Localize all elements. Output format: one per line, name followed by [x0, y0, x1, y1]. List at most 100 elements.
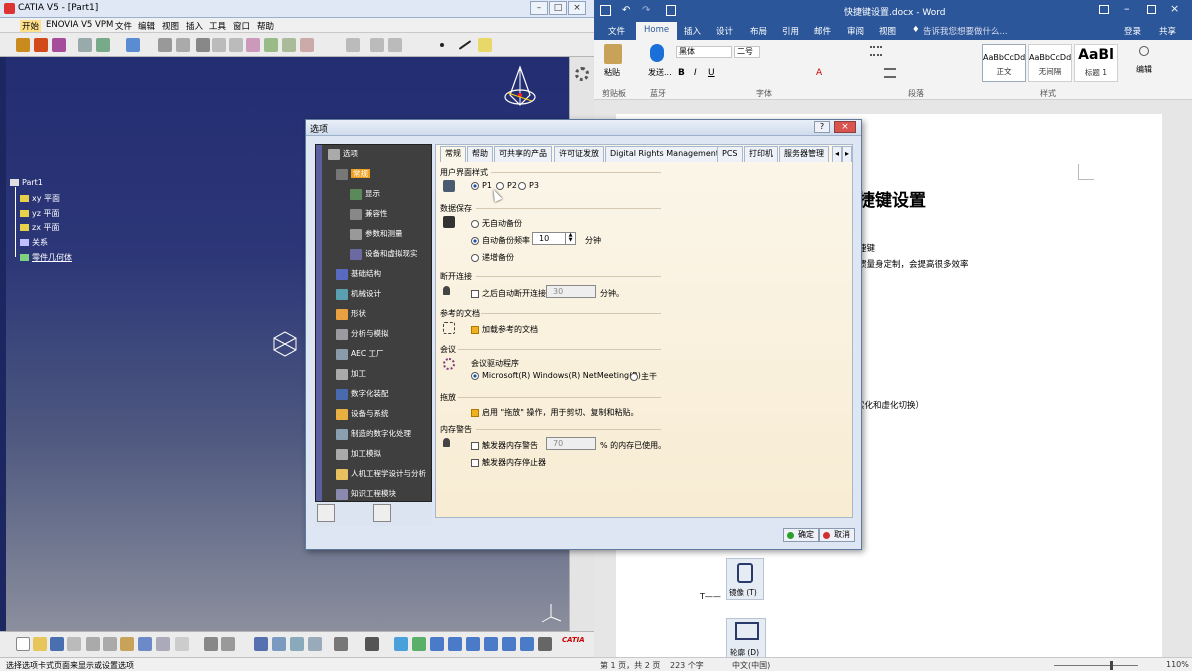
tree-scrollbar[interactable]: [316, 145, 322, 501]
layers-icon[interactable]: [126, 38, 140, 52]
menu-help[interactable]: 帮助: [257, 20, 274, 32]
bluetooth-icon[interactable]: [650, 44, 664, 62]
undo-icon[interactable]: [138, 637, 152, 651]
lock-icon[interactable]: [373, 504, 391, 522]
radio-netmeeting[interactable]: [471, 371, 479, 380]
print-icon[interactable]: [67, 637, 81, 651]
checkbox-enable-drag[interactable]: [471, 408, 479, 417]
tree-shape[interactable]: 形状: [336, 306, 366, 322]
sketch-icon[interactable]: [16, 38, 30, 52]
tree-yz-plane[interactable]: yz 平面: [20, 208, 59, 219]
tab-scroll-left-icon[interactable]: ◂: [832, 146, 842, 162]
memory-threshold-input[interactable]: 70: [546, 437, 596, 450]
save-icon[interactable]: [600, 5, 611, 16]
menu-edit[interactable]: 编辑: [138, 20, 155, 32]
copy-icon[interactable]: [103, 637, 117, 651]
tab-file[interactable]: 文件: [608, 25, 625, 37]
frame2-icon[interactable]: [229, 38, 243, 52]
grid-icon[interactable]: [96, 38, 110, 52]
font-size-select[interactable]: 二号: [734, 46, 760, 58]
ui-style-p3[interactable]: P3: [518, 181, 539, 190]
ui-style-p2[interactable]: P2: [496, 181, 517, 190]
zoom-out-icon[interactable]: [484, 637, 498, 651]
radio-no-backup[interactable]: [471, 219, 479, 228]
sketch3-icon[interactable]: [52, 38, 66, 52]
tree-machining-sim[interactable]: 加工模拟: [336, 446, 381, 462]
tree-devices-vr[interactable]: 设备和虚拟现实: [350, 246, 418, 262]
checkbox-auto-disconnect[interactable]: [471, 289, 479, 298]
open-icon[interactable]: [33, 637, 47, 651]
transform-icon[interactable]: [346, 38, 360, 52]
tree-root[interactable]: Part1: [10, 178, 43, 187]
tab-home[interactable]: Home: [636, 22, 678, 40]
print-preview-icon[interactable]: [666, 5, 676, 16]
incremental-option[interactable]: 递增备份: [471, 252, 514, 263]
menu-window[interactable]: 窗口: [233, 20, 250, 32]
tab-pcs[interactable]: PCS: [717, 146, 743, 162]
auto-backup-option[interactable]: 自动备份频率: [471, 235, 530, 246]
comment-icon[interactable]: [221, 637, 235, 651]
backup-interval-input[interactable]: 10 ▲ ▼: [532, 232, 576, 245]
zoom-level[interactable]: 110%: [1166, 660, 1189, 669]
memory-warning-option[interactable]: 触发器内存警告: [471, 440, 538, 451]
checkbox-load-ref-docs[interactable]: [471, 325, 479, 334]
backbone-option[interactable]: 主干: [630, 371, 657, 382]
memory-stopper-option[interactable]: 触发器内存停止器: [471, 457, 546, 468]
measure-icon[interactable]: [196, 38, 210, 52]
style-heading-1[interactable]: AaBl 标题 1: [1074, 44, 1118, 82]
tab-scroll-right-icon[interactable]: ▸: [842, 146, 852, 162]
close-icon[interactable]: ×: [1170, 2, 1179, 15]
tab-general[interactable]: 常规: [440, 146, 466, 162]
enable-drag-option[interactable]: 启用 "拖放" 操作，用于剪切、复制和粘贴。: [471, 407, 638, 418]
maximize-icon[interactable]: [1147, 5, 1156, 14]
tree-aec-plant[interactable]: AEC 工厂: [336, 346, 384, 362]
tree-display[interactable]: 显示: [350, 186, 380, 202]
ribbon-display-icon[interactable]: [1099, 5, 1109, 14]
plane-tb-icon[interactable]: [478, 38, 492, 52]
video-icon[interactable]: [334, 637, 348, 651]
menu-file[interactable]: 文件: [115, 20, 132, 32]
measure2-icon[interactable]: [308, 637, 322, 651]
point-icon[interactable]: [440, 43, 444, 47]
camera-icon[interactable]: [365, 637, 379, 651]
share-button[interactable]: 共享: [1159, 25, 1176, 37]
tab-review[interactable]: 审阅: [847, 25, 864, 37]
tree-relations[interactable]: 关系: [20, 237, 48, 248]
cube2-icon[interactable]: [282, 38, 296, 52]
plane-icon[interactable]: [78, 38, 92, 52]
pattern-icon[interactable]: [388, 38, 402, 52]
no-backup-option[interactable]: 无自动备份: [471, 218, 522, 229]
help-icon[interactable]: ?: [814, 121, 830, 133]
tree-digital-process[interactable]: 制造的数字化处理: [336, 426, 411, 442]
checkbox-memory-warning[interactable]: [471, 441, 479, 450]
sign-in-link[interactable]: 登录: [1124, 25, 1141, 37]
align-center-icon[interactable]: [884, 68, 896, 78]
menu-enovia[interactable]: ENOVIA V5 VPM: [46, 20, 113, 30]
menu-insert[interactable]: 插入: [186, 20, 203, 32]
gear-icon[interactable]: [575, 67, 589, 81]
new-icon[interactable]: [16, 637, 30, 651]
send-label[interactable]: 发送...: [648, 67, 672, 78]
save-icon[interactable]: [50, 637, 64, 651]
reset-icon[interactable]: [317, 504, 335, 522]
pan-icon[interactable]: [430, 637, 444, 651]
ui-style-p1[interactable]: P1: [471, 181, 492, 190]
tree-infrastructure[interactable]: 基础结构: [336, 266, 381, 282]
radio-incremental[interactable]: [471, 253, 479, 262]
search-icon[interactable]: [1139, 46, 1149, 56]
tree-xy-plane[interactable]: xy 平面: [20, 193, 60, 204]
box-icon[interactable]: [176, 38, 190, 52]
auto-disconnect-option[interactable]: 之后自动断开连接: [471, 288, 546, 299]
underline-button[interactable]: U: [708, 68, 715, 78]
zoom-thumb[interactable]: [1110, 661, 1113, 670]
tree-parameters[interactable]: 参数和测量: [350, 226, 403, 242]
undo-icon[interactable]: ↶: [622, 5, 630, 16]
tab-licensing[interactable]: 许可证发放: [554, 146, 604, 162]
tree-equipment[interactable]: 设备与系统: [336, 406, 389, 422]
cancel-button[interactable]: 取消: [819, 528, 855, 542]
tree-general[interactable]: 常规: [336, 166, 370, 182]
cut-icon[interactable]: [86, 637, 100, 651]
language[interactable]: 中文(中国): [732, 660, 770, 671]
style-no-spacing[interactable]: AaBbCcDd 无间隔: [1028, 44, 1072, 82]
knowledge-icon[interactable]: [290, 637, 304, 651]
